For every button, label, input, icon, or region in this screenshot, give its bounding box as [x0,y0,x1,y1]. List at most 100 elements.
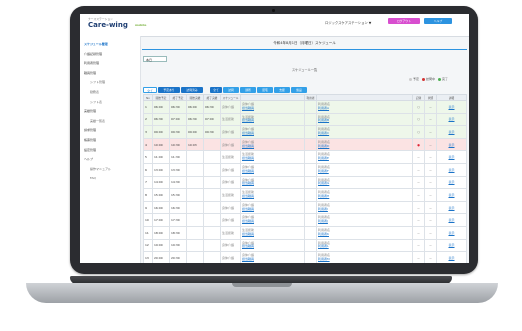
staff-cell[interactable]: 身体介護 担当職員 [240,125,305,139]
staff-link[interactable]: 担当職員 [242,257,254,261]
sidebar-item[interactable]: スケジュール管理 [84,42,108,46]
client-link[interactable]: 利用者M [318,257,330,261]
staff-link[interactable]: 担当職員 [242,169,254,173]
filter-chip[interactable]: 施設 [291,87,307,93]
client-cell[interactable]: 利用者名 利用者L [316,238,413,253]
sidebar-item[interactable]: シフト管理 [90,80,105,84]
client-link[interactable]: 利用者J [318,219,328,223]
help-button[interactable]: ヘルプ [424,18,452,24]
client-cell[interactable]: 利用者名 利用者C [316,125,413,139]
table-row[interactable]: 7 14:00 14:30 身体介護 身体介護 担当職員 利用者名 利用者G －－表示 [143,175,467,190]
staff-cell[interactable]: 身体介護 担当職員 [240,213,305,227]
sidebar-item[interactable]: FAQ [90,176,96,180]
detail-link[interactable]: 表示 [436,200,467,215]
staff-link[interactable]: 担当職員 [242,131,254,135]
sidebar-item[interactable]: 利用者管理 [84,61,99,65]
staff-cell[interactable]: 身体介護 担当職員 [240,162,305,177]
client-cell[interactable]: 利用者名 利用者H [316,188,413,202]
staff-link[interactable]: 担当職員 [242,244,254,248]
client-cell[interactable]: 利用者名 利用者E [316,150,413,164]
table-row[interactable]: 13 20:00 20:30 身体介護 身体介護 担当職員 利用者名 利用者M －－表示 [143,251,467,263]
staff-link[interactable]: 担当職員 [242,106,254,110]
staff-cell[interactable]: 身体介護 担当職員 [240,238,305,253]
sidebar-item[interactable]: シフト表 [90,100,102,104]
filter-chip[interactable]: 支援 [274,87,290,93]
logout-button[interactable]: ログアウト [388,18,420,24]
staff-cell[interactable]: 生活援助 担当職員 [240,225,305,240]
staff-cell[interactable]: 身体介護 担当職員 [240,100,305,114]
filter-chip[interactable]: 訪問済み [181,87,203,93]
detail-link[interactable]: 表示 [436,100,467,114]
table-row[interactable]: 3 09:00 09:30 09:00 09:30 身体介護 身体介護 担当職員 利用者名 利用者… [143,125,467,139]
detail-link[interactable]: 表示 [436,251,467,263]
staff-link[interactable]: 担当職員 [242,207,254,211]
table-row[interactable]: 8 15:00 15:30 生活援助 生活援助 担当職員 利用者名 利用者H －－表示 [143,188,467,202]
client-cell[interactable]: 利用者名 利用者F [316,162,413,177]
client-cell[interactable]: 利用者名 利用者J [316,213,413,227]
sidebar-item[interactable]: 実績管理 [84,109,96,113]
staff-cell[interactable]: 生活援助 担当職員 [240,112,305,127]
staff-link[interactable]: 担当職員 [242,118,254,122]
client-link[interactable]: 利用者F [318,169,329,173]
client-link[interactable]: 利用者C [318,131,329,135]
client-link[interactable]: 利用者B [318,118,329,122]
client-cell[interactable]: 利用者名 利用者D [316,137,413,152]
detail-link[interactable]: 表示 [436,125,467,139]
staff-link[interactable]: 担当職員 [242,181,254,185]
date-select[interactable]: 本日 [143,56,167,62]
staff-cell[interactable]: 生活援助 担当職員 [240,188,305,202]
sidebar-item[interactable]: 職員管理 [84,71,96,75]
table-row[interactable]: 5 11:00 11:30 生活援助 生活援助 担当職員 利用者名 利用者E －－表示 [143,150,467,164]
staff-link[interactable]: 担当職員 [242,156,254,160]
filter-chip[interactable]: 全て [210,87,222,93]
client-link[interactable]: 利用者K [318,232,329,236]
table-row[interactable]: 1 06:00 06:30 06:00 06:30 身体介護 身体介護 担当職員 利用者名 利用者… [143,100,467,114]
sidebar-item[interactable]: ヘルプ [84,157,93,161]
client-link[interactable]: 利用者E [318,156,329,160]
client-link[interactable]: 利用者A [318,106,329,110]
client-link[interactable]: 利用者H [318,194,329,198]
client-cell[interactable]: 利用者名 利用者A [316,100,413,114]
staff-link[interactable]: 担当職員 [242,144,254,148]
detail-link[interactable]: 表示 [436,162,467,177]
filter-chip[interactable]: 訪問 [223,87,239,93]
staff-cell[interactable]: 身体介護 担当職員 [240,251,305,263]
filter-chip[interactable]: 全て [143,87,157,93]
detail-link[interactable]: 表示 [436,175,467,190]
detail-link[interactable]: 表示 [436,188,467,202]
staff-cell[interactable]: 生活援助 担当職員 [240,150,305,164]
sidebar-item[interactable]: 実績一覧表 [90,119,105,123]
staff-link[interactable]: 担当職員 [242,194,254,198]
detail-link[interactable]: 表示 [436,137,467,152]
staff-cell[interactable]: 身体介護 担当職員 [240,200,305,215]
client-cell[interactable]: 利用者名 利用者G [316,175,413,190]
station-selector[interactable]: ロジックスケアステーション ▼ [325,20,371,25]
detail-link[interactable]: 表示 [436,225,467,240]
client-link[interactable]: 利用者I [318,207,328,211]
filter-chip[interactable]: 居宅 [257,87,273,93]
sidebar-item[interactable]: 勤務表 [90,90,99,94]
table-row[interactable]: 12 19:00 19:30 身体介護 身体介護 担当職員 利用者名 利用者L －－表示 [143,238,467,253]
detail-link[interactable]: 表示 [436,238,467,253]
client-link[interactable]: 利用者D [318,144,329,148]
table-row[interactable]: 10 17:00 17:30 身体介護 身体介護 担当職員 利用者名 利用者J －－表示 [143,213,467,227]
sidebar-item[interactable]: 帳票管理 [84,138,96,142]
client-link[interactable]: 利用者L [318,244,329,248]
sidebar-item[interactable]: 請求管理 [84,128,96,132]
table-row[interactable]: 6 13:00 13:30 身体介護 身体介護 担当職員 利用者名 利用者F －－表示 [143,162,467,177]
client-cell[interactable]: 利用者名 利用者K [316,225,413,240]
sidebar-item[interactable]: 操作マニュアル [90,167,111,171]
app-logo[interactable]: Care-wing [88,21,128,29]
client-link[interactable]: 利用者G [318,181,329,185]
table-row[interactable]: 9 16:00 16:30 身体介護 身体介護 担当職員 利用者名 利用者I －－表示 [143,200,467,215]
table-row[interactable]: 4 10:00 10:30 10:03 身体介護 身体介護 担当職員 利用者名 利用者D ● －表示 [143,137,467,152]
client-cell[interactable]: 利用者名 利用者B [316,112,413,127]
staff-link[interactable]: 担当職員 [242,219,254,223]
detail-link[interactable]: 表示 [436,213,467,227]
filter-chip[interactable]: 予定あり [158,87,180,93]
client-cell[interactable]: 利用者名 利用者I [316,200,413,215]
staff-cell[interactable]: 身体介護 担当職員 [240,137,305,152]
table-row[interactable]: 11 18:00 18:30 生活援助 生活援助 担当職員 利用者名 利用者K －－表示 [143,225,467,240]
sidebar-item[interactable]: 設定管理 [84,148,96,152]
detail-link[interactable]: 表示 [436,150,467,164]
